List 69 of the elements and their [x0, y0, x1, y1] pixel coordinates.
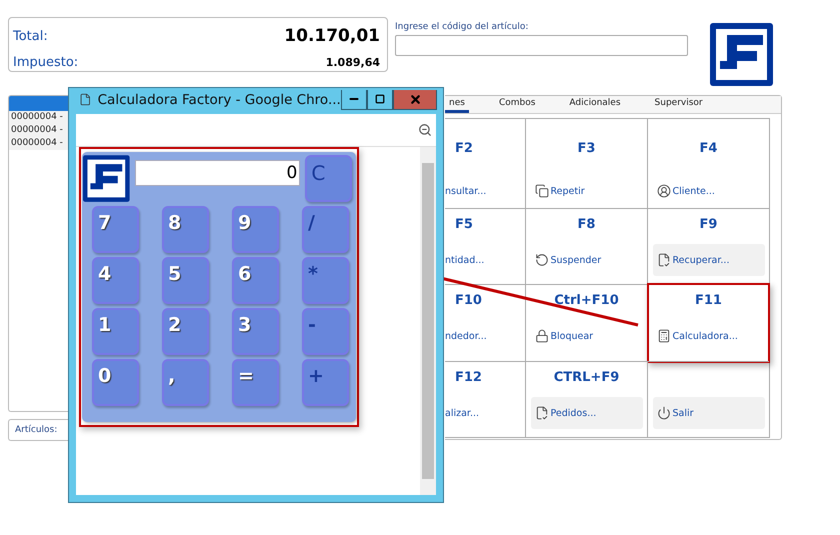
window-title: Calculadora Factory - Google Chro... — [98, 92, 341, 108]
user-icon — [656, 184, 670, 198]
shortcut-key: F9 — [700, 217, 718, 233]
tax-label: Impuesto: — [13, 54, 80, 70]
article-code-field[interactable] — [395, 35, 688, 56]
list-header — [9, 96, 68, 111]
refresh-icon — [534, 253, 548, 267]
tab[interactable]: Adicionales — [565, 96, 625, 113]
function-button[interactable]: ntidad... — [445, 244, 488, 276]
shortcut-key: F10 — [455, 293, 482, 309]
zoom-icon[interactable] — [418, 123, 432, 137]
shortcut-key: F2 — [455, 141, 473, 157]
function-button[interactable]: ndedor... — [445, 320, 491, 352]
list-row[interactable]: 00000004 - — [9, 124, 68, 137]
list-row[interactable]: 00000004 - — [9, 111, 68, 124]
shortcut-key: F5 — [455, 217, 473, 233]
list-row[interactable]: 00000004 - — [9, 137, 68, 150]
function-button[interactable]: Cliente... — [652, 175, 764, 207]
function-button[interactable]: Suspender — [530, 244, 642, 276]
shortcut-key: Ctrl+F10 — [554, 293, 619, 309]
document-check-icon — [656, 253, 670, 267]
logo-icon — [83, 155, 130, 202]
calculator-key[interactable]: = — [232, 359, 279, 406]
calculator-key[interactable]: 2 — [162, 308, 209, 355]
shortcut-key: F11 — [695, 293, 722, 309]
calculator-display: 0 — [134, 160, 300, 186]
calculator-key[interactable]: 6 — [232, 257, 279, 304]
copy-icon — [534, 184, 548, 198]
function-button[interactable]: Pedidos... — [530, 397, 642, 429]
function-button[interactable]: Repetir — [530, 175, 642, 207]
articles-label: Artículos: — [15, 425, 58, 435]
shortcut-key: F12 — [455, 370, 482, 386]
scrollbar[interactable] — [420, 147, 436, 495]
tab[interactable]: Supervisor — [650, 96, 707, 113]
calculator-key[interactable]: , — [162, 359, 209, 406]
function-button[interactable]: Bloquear — [530, 320, 642, 352]
lock-icon — [534, 329, 548, 343]
function-button[interactable]: Salir — [652, 397, 764, 429]
maximize-button[interactable] — [367, 90, 394, 110]
calculator-key[interactable]: 9 — [232, 206, 279, 253]
minimize-button[interactable] — [340, 90, 368, 110]
calculator-key[interactable]: 0 — [92, 359, 139, 406]
shortcut-key: F3 — [578, 141, 596, 157]
total-label: Total: — [13, 28, 49, 44]
calculator-key[interactable]: 8 — [162, 206, 209, 253]
page-icon — [79, 93, 92, 106]
logo-icon — [710, 23, 773, 86]
function-button[interactable]: Recuperar... — [652, 244, 764, 276]
total-value: 10.170,01 — [284, 26, 380, 46]
calculator-key[interactable]: 4 — [92, 257, 139, 304]
tax-value: 1.089,64 — [324, 56, 380, 69]
maximize-icon — [375, 94, 386, 104]
function-button[interactable]: alizar... — [445, 397, 484, 429]
shortcut-key: F8 — [578, 217, 596, 233]
tab[interactable]: Combos — [494, 96, 540, 113]
calculator-key[interactable]: 1 — [92, 308, 139, 355]
function-button[interactable]: Calculadora... — [652, 320, 764, 352]
calculator-key[interactable]: 7 — [92, 206, 139, 253]
calculator-key[interactable]: 5 — [162, 257, 209, 304]
close-button[interactable] — [393, 90, 438, 110]
shortcut-key: F4 — [700, 141, 718, 157]
calculator-key[interactable]: 3 — [232, 308, 279, 355]
field-label: Ingrese el código del artículo: — [395, 22, 530, 32]
calculator-icon — [656, 329, 670, 343]
close-icon — [408, 92, 422, 106]
function-button[interactable]: nsultar... — [445, 175, 490, 207]
document-check-icon — [534, 406, 548, 420]
shortcut-key: CTRL+F9 — [554, 370, 620, 386]
power-icon — [656, 406, 670, 420]
